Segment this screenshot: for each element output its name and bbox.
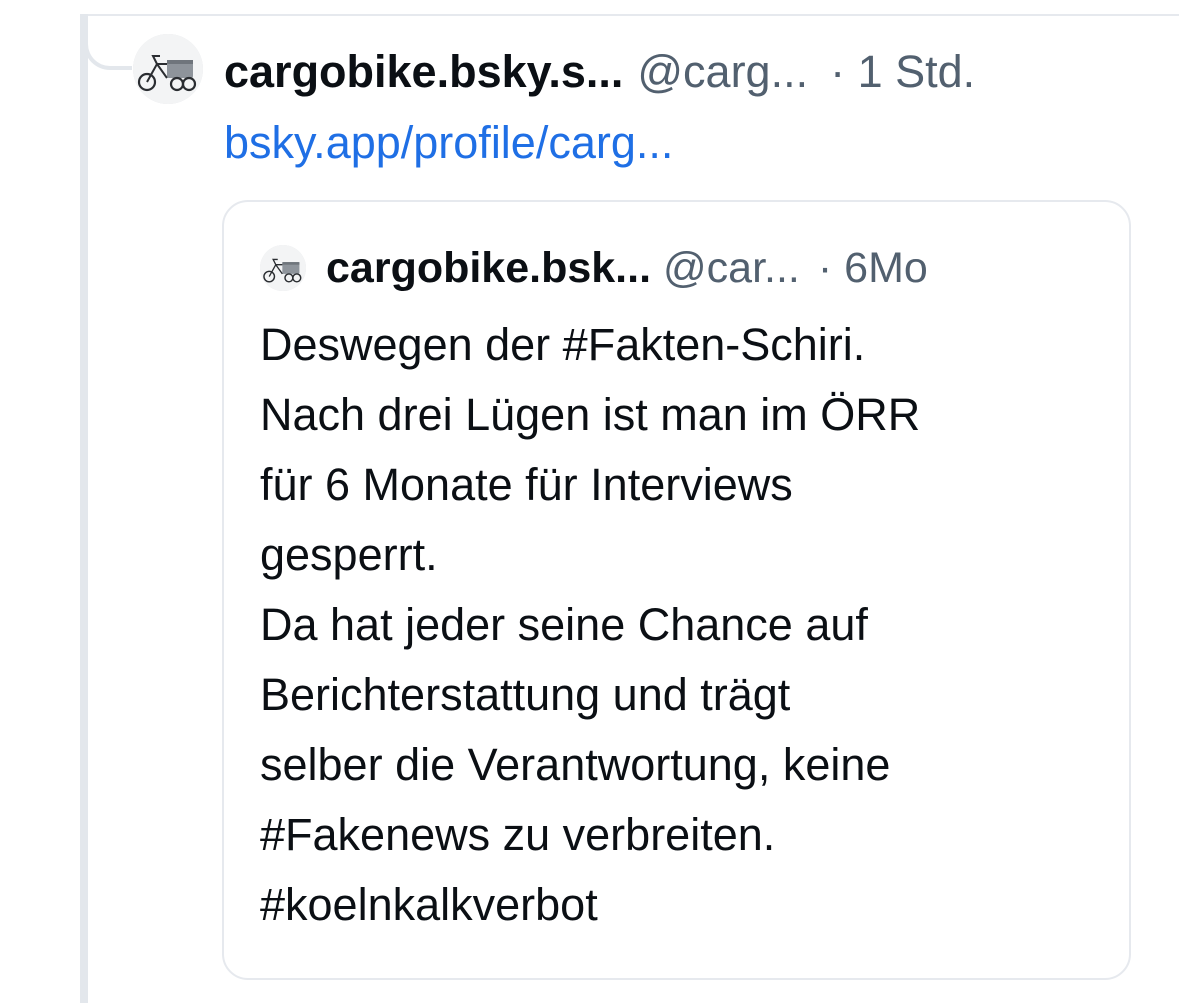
quoted-post-text-line: Nach drei Lügen ist man im ÖRR bbox=[260, 389, 921, 440]
quoted-post-text-line: Berichterstattung und trägt bbox=[260, 669, 791, 720]
post-divider bbox=[80, 14, 1179, 16]
post-thread-view: cargobike.bsky.s... @carg... · 1 Std. bsky… bbox=[0, 0, 1179, 1003]
quoted-author-avatar[interactable] bbox=[260, 245, 306, 291]
post-timestamp[interactable]: · 1 Std. bbox=[830, 46, 975, 97]
post-header: cargobike.bsky.s... @carg... · 1 Std. bbox=[224, 42, 1144, 102]
thread-line bbox=[80, 14, 88, 1003]
thread-connector bbox=[84, 14, 132, 70]
cargo-bike-icon bbox=[133, 34, 203, 104]
quoted-post-text-line: #koelnkalkverbot bbox=[260, 879, 598, 930]
quoted-post-header: cargobike.bsk... @car... · 6Mo bbox=[326, 238, 1116, 298]
quoted-author-handle[interactable]: @car... bbox=[663, 244, 800, 292]
author-handle[interactable]: @carg... bbox=[637, 46, 808, 97]
quoted-author-display-name[interactable]: cargobike.bsk... bbox=[326, 244, 651, 292]
quoted-post-text-line: gesperrt. bbox=[260, 529, 438, 580]
quoted-post-text-line: #Fakenews zu verbreiten. bbox=[260, 809, 776, 860]
quoted-post-text-line: Da hat jeder seine Chance auf bbox=[260, 599, 868, 650]
quoted-post-timestamp[interactable]: · 6Mo bbox=[818, 244, 928, 292]
quoted-post-text: Deswegen der #Fakten-Schiri. Nach drei L… bbox=[260, 310, 1120, 940]
cargo-bike-icon bbox=[260, 245, 306, 291]
author-display-name[interactable]: cargobike.bsky.s... bbox=[224, 46, 623, 97]
quoted-post-text-line: für 6 Monate für Interviews bbox=[260, 459, 793, 510]
quoted-post-text-line: selber die Verantwortung, keine bbox=[260, 739, 891, 790]
quoted-post-text-line: Deswegen der #Fakten-Schiri. bbox=[260, 319, 866, 370]
profile-link[interactable]: bsky.app/profile/carg... bbox=[224, 112, 673, 174]
author-avatar[interactable] bbox=[133, 34, 203, 104]
